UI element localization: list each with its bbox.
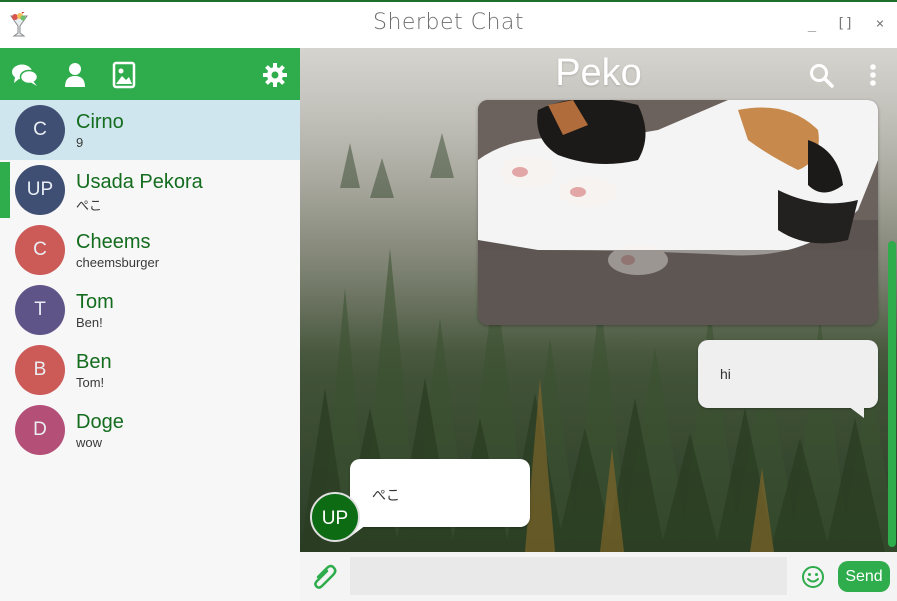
avatar: D [15, 405, 65, 455]
send-button[interactable]: Send [838, 561, 890, 592]
avatar: B [15, 345, 65, 395]
chat-item-usada-pekora[interactable]: UP Usada Pekora ぺこ [0, 160, 300, 220]
chat-preview: 9 [76, 135, 84, 150]
settings-gear-icon[interactable] [262, 61, 290, 89]
avatar: T [15, 285, 65, 335]
title-bar: Sherbet Chat _ [] × [0, 2, 897, 48]
chat-name: Ben [76, 351, 112, 373]
chat-name: Cirno [76, 111, 124, 133]
emoji-icon[interactable] [801, 565, 825, 589]
message-input-bar: Send [300, 552, 897, 601]
conversation-title: Peko [555, 52, 642, 94]
close-button[interactable]: × [868, 12, 892, 36]
outgoing-message-bubble[interactable]: hi [698, 340, 878, 418]
chat-preview: Tom! [76, 375, 105, 390]
chat-name: Tom [76, 291, 114, 313]
chat-name: Cheems [76, 231, 151, 253]
chat-preview: cheemsburger [76, 255, 160, 270]
sidebar: C Cirno 9 UP Usada Pekora ぺこ C Cheems ch… [0, 48, 300, 601]
chat-item-tom[interactable]: T Tom Ben! [0, 280, 300, 340]
window-title: Sherbet Chat [372, 10, 525, 35]
message-input[interactable] [350, 557, 787, 595]
sidebar-toolbar [0, 48, 300, 100]
maximize-button[interactable]: [] [833, 12, 857, 36]
chat-list: C Cirno 9 UP Usada Pekora ぺこ C Cheems ch… [0, 100, 300, 460]
chat-item-doge[interactable]: D Doge wow [0, 400, 300, 460]
message-text: ぺこ [372, 487, 400, 503]
paperclip-icon[interactable] [312, 563, 338, 591]
chat-name: Usada Pekora [76, 171, 203, 193]
chat-name: Doge [76, 411, 124, 433]
active-chat-indicator [0, 162, 10, 218]
chat-preview: Ben! [76, 315, 103, 330]
bubble-tail [848, 406, 864, 418]
contacts-icon[interactable] [62, 61, 90, 89]
message-scrollbar[interactable] [888, 241, 896, 547]
image-message[interactable] [478, 100, 878, 325]
chat-item-cheems[interactable]: C Cheems cheemsburger [0, 220, 300, 280]
chat-preview: ぺこ [76, 198, 103, 213]
minimize-button[interactable]: _ [800, 12, 824, 36]
app-window: Sherbet Chat _ [] × C Cirno 9 UP Usada P… [0, 0, 897, 601]
message-text: hi [720, 366, 731, 382]
chats-icon[interactable] [11, 61, 39, 89]
avatar: C [15, 105, 65, 155]
avatar: UP [15, 165, 65, 215]
more-vertical-icon[interactable] [860, 62, 886, 90]
image-icon[interactable] [111, 61, 139, 89]
chat-panel: Peko hi ぺこ UP [300, 48, 897, 552]
chat-item-ben[interactable]: B Ben Tom! [0, 340, 300, 400]
sender-avatar[interactable]: UP [310, 492, 360, 542]
chat-item-cirno[interactable]: C Cirno 9 [0, 100, 300, 160]
search-icon[interactable] [809, 62, 835, 90]
chat-preview: wow [76, 435, 103, 450]
avatar: C [15, 225, 65, 275]
incoming-message-bubble[interactable]: ぺこ [350, 459, 530, 537]
